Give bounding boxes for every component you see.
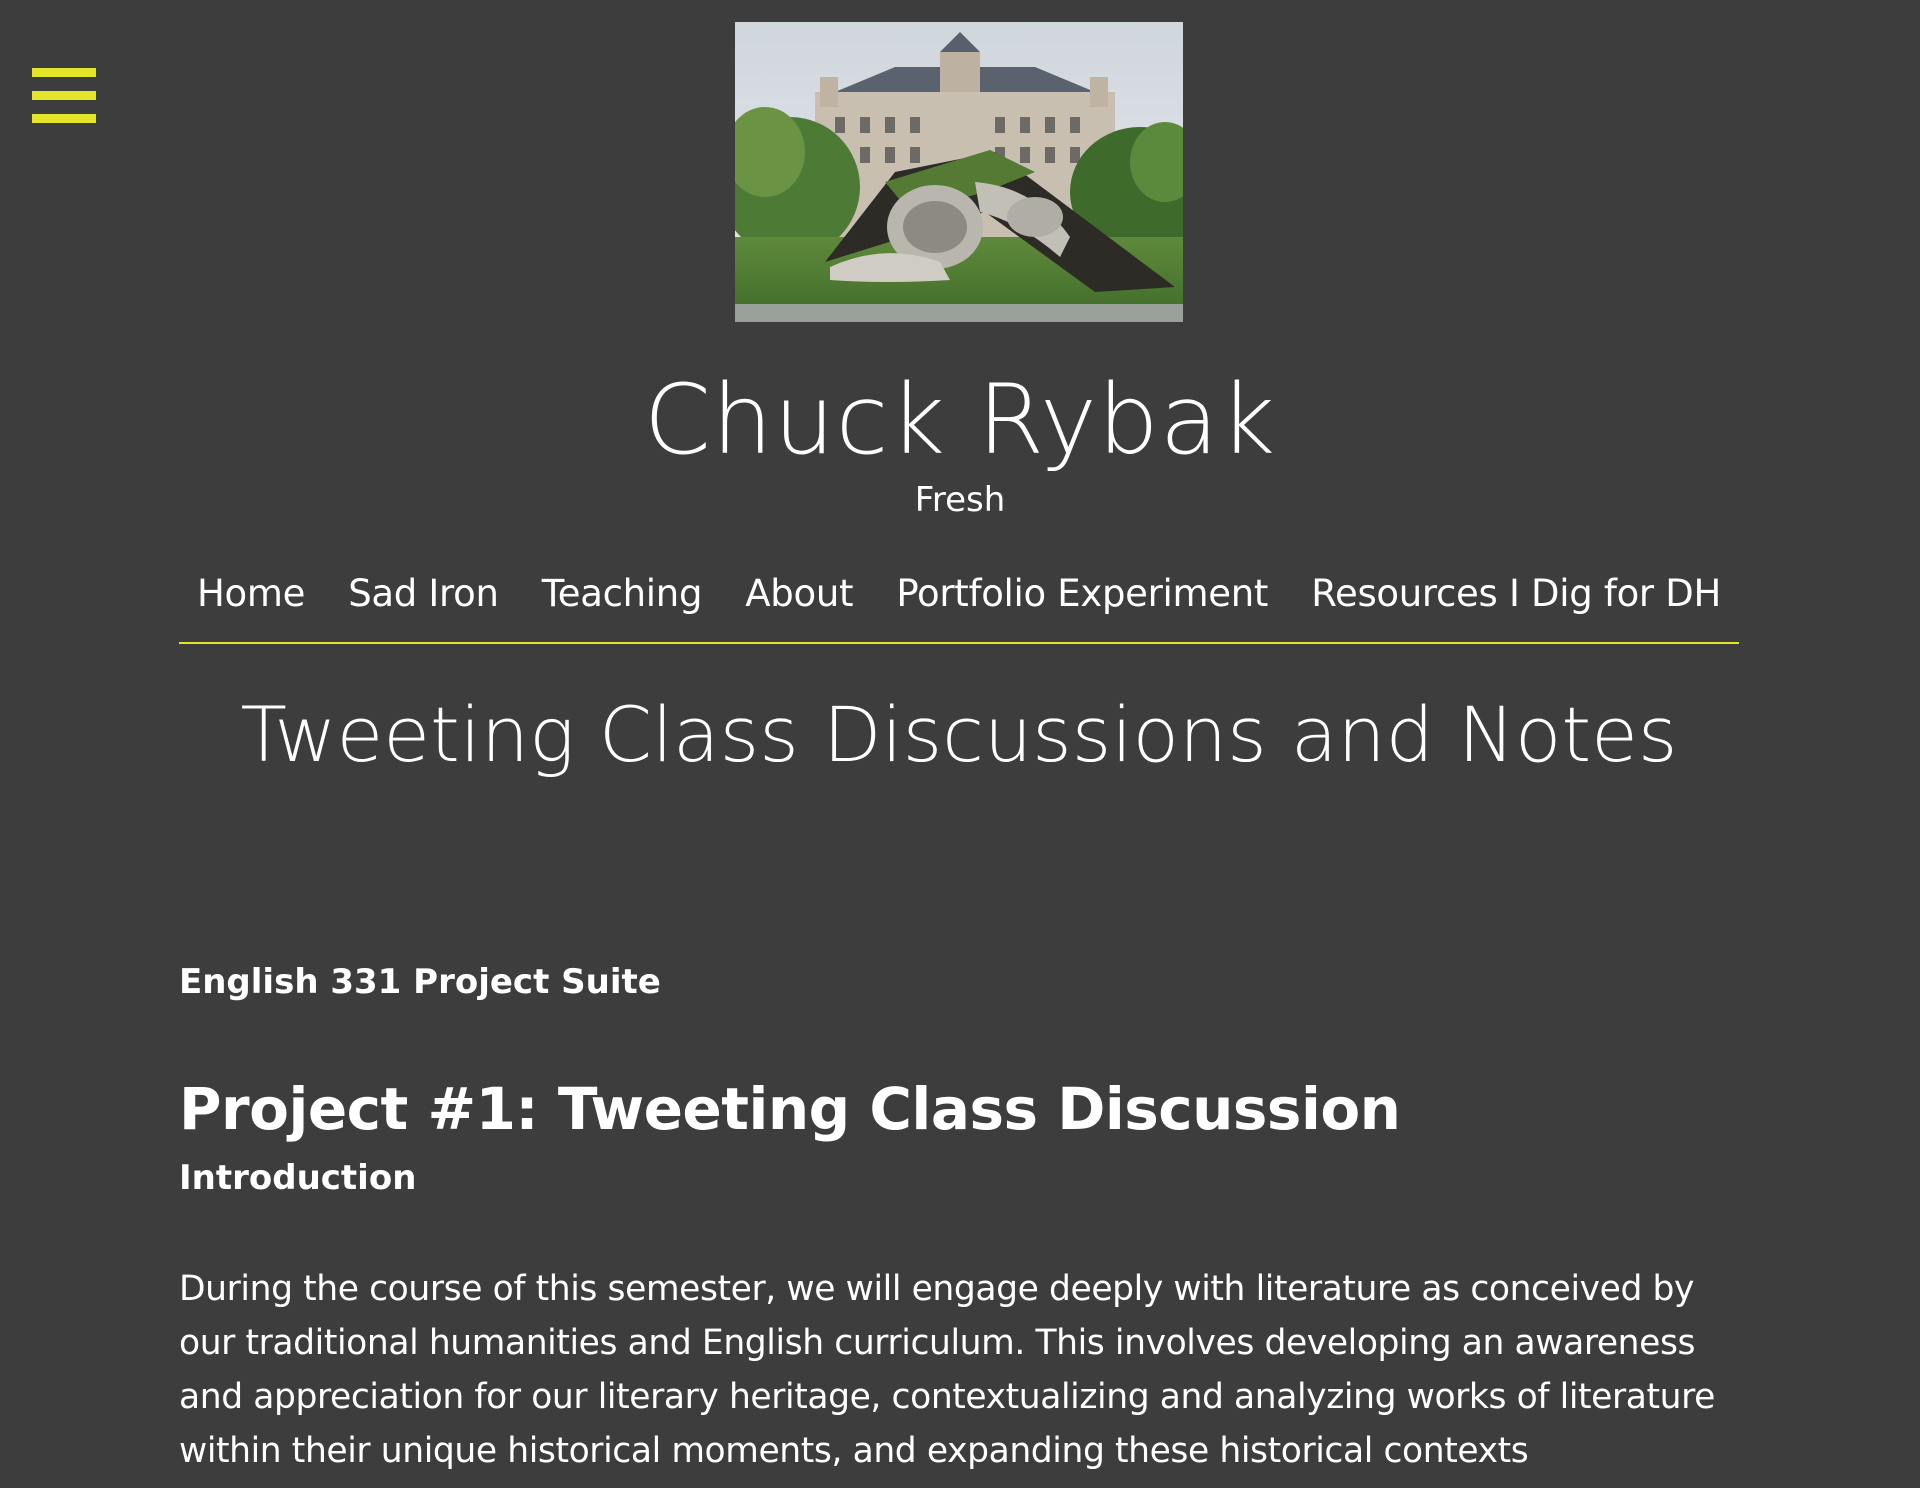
nav-item-about[interactable]: About bbox=[745, 566, 853, 642]
site-tagline: Fresh bbox=[914, 480, 1006, 520]
nav-item-resources-for-dh[interactable]: Resources I Dig for DH bbox=[1311, 566, 1721, 642]
nav-item-sad-iron[interactable]: Sad Iron bbox=[348, 566, 499, 642]
main-navigation: Home Sad Iron Teaching About Portfolio E… bbox=[179, 566, 1739, 644]
menu-bar-line bbox=[32, 91, 96, 100]
menu-bar-line bbox=[32, 68, 96, 77]
project-heading: Project #1: Tweeting Class Discussion bbox=[179, 1075, 1401, 1143]
hamburger-menu-icon[interactable] bbox=[32, 68, 96, 124]
suite-label: English 331 Project Suite bbox=[179, 962, 661, 1002]
nav-item-home[interactable]: Home bbox=[197, 566, 305, 642]
site-title[interactable]: Chuck Rybak bbox=[0, 360, 1920, 480]
page: Chuck Rybak Fresh Home Sad Iron Teaching… bbox=[0, 0, 1920, 1488]
header-image bbox=[735, 22, 1183, 322]
post-title: Tweeting Class Discussions and Notes bbox=[240, 690, 1678, 779]
nav-item-teaching[interactable]: Teaching bbox=[542, 566, 703, 642]
intro-paragraph: During the course of this semester, we w… bbox=[179, 1269, 1715, 1471]
intro-heading: Introduction bbox=[179, 1158, 417, 1198]
nav-item-portfolio-experiment[interactable]: Portfolio Experiment bbox=[896, 566, 1268, 642]
menu-bar-line bbox=[32, 114, 96, 123]
